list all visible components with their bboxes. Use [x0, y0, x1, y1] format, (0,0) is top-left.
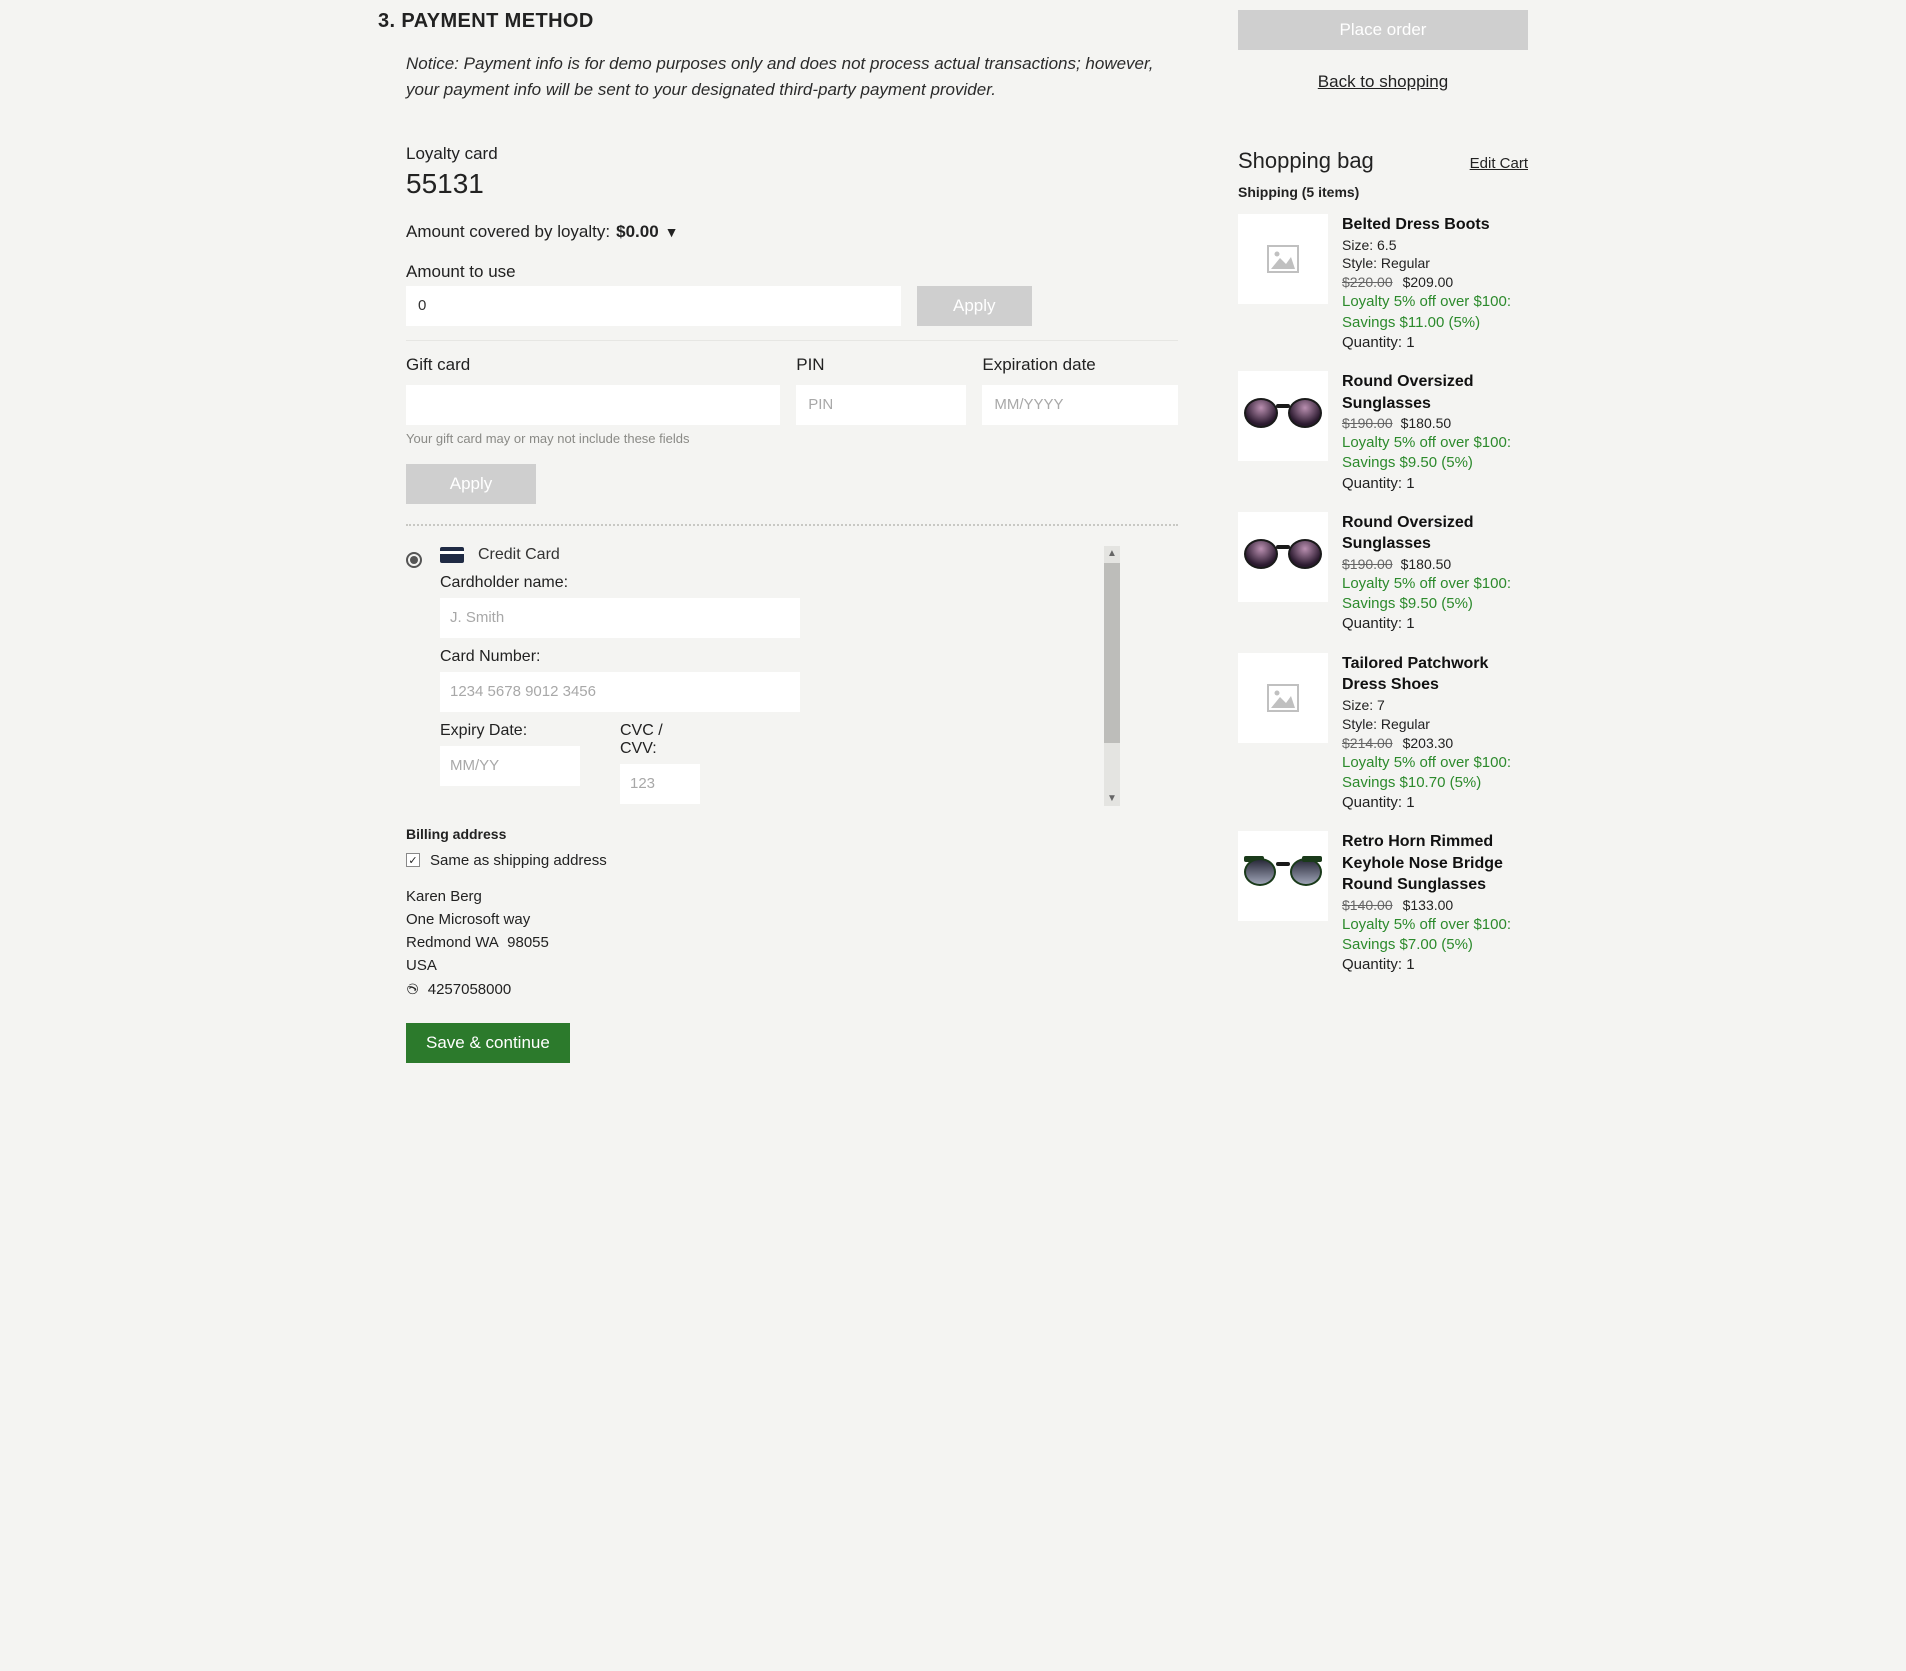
item-price: $180.50 [1401, 555, 1452, 574]
item-meta: Size: 6.5 [1342, 236, 1528, 255]
giftcard-pin-label: PIN [796, 355, 966, 375]
expiry-label: Expiry Date: [440, 722, 580, 740]
credit-card-radio[interactable] [406, 552, 422, 568]
item-thumbnail [1238, 831, 1328, 921]
same-as-shipping-label: Same as shipping address [430, 852, 607, 869]
bag-item: Round Oversized Sunglasses$190.00 $180.50… [1238, 512, 1528, 635]
loyalty-apply-button[interactable]: Apply [917, 286, 1032, 326]
loyalty-covered-amount: $0.00 [616, 222, 659, 242]
chevron-down-icon[interactable]: ▼ [665, 224, 679, 240]
item-quantity: Quantity: 1 [1342, 955, 1528, 975]
sunglasses-icon [1244, 398, 1322, 434]
giftcard-help-text: Your gift card may or may not include th… [406, 431, 1178, 446]
loyalty-number: 55131 [406, 168, 1178, 200]
amount-to-use-label: Amount to use [406, 262, 1178, 282]
scroll-down-icon[interactable]: ▼ [1107, 791, 1117, 806]
loyalty-label: Loyalty card [406, 144, 1178, 164]
item-quantity: Quantity: 1 [1342, 333, 1528, 353]
place-order-button[interactable]: Place order [1238, 10, 1528, 50]
save-continue-button[interactable]: Save & continue [406, 1023, 570, 1063]
billing-country: USA [406, 954, 1178, 977]
item-name: Retro Horn Rimmed Keyhole Nose Bridge Ro… [1342, 831, 1528, 896]
giftcard-pin-input[interactable] [796, 385, 966, 425]
item-name: Round Oversized Sunglasses [1342, 512, 1528, 555]
loyalty-covered-label: Amount covered by loyalty: [406, 222, 610, 242]
billing-name: Karen Berg [406, 885, 1178, 908]
item-price-original: $140.00 [1342, 896, 1393, 915]
bag-item: Retro Horn Rimmed Keyhole Nose Bridge Ro… [1238, 831, 1528, 975]
payment-notice: Notice: Payment info is for demo purpose… [406, 51, 1178, 104]
card-number-input[interactable] [440, 672, 800, 712]
item-savings: Loyalty 5% off over $100: Savings $9.50 … [1342, 433, 1528, 474]
cvc-label: CVC / CVV: [620, 722, 700, 758]
giftcard-exp-input[interactable] [982, 385, 1178, 425]
item-name: Round Oversized Sunglasses [1342, 371, 1528, 414]
item-name: Tailored Patchwork Dress Shoes [1342, 653, 1528, 696]
billing-city: Redmond WA 98055 [406, 931, 1178, 954]
item-thumbnail [1238, 214, 1328, 304]
edit-cart-link[interactable]: Edit Cart [1470, 155, 1528, 172]
item-savings: Loyalty 5% off over $100: Savings $7.00 … [1342, 915, 1528, 956]
card-number-label: Card Number: [440, 648, 800, 666]
loyalty-covered-row[interactable]: Amount covered by loyalty: $0.00 ▼ [406, 222, 1178, 242]
image-placeholder-icon [1267, 245, 1299, 273]
billing-title: Billing address [406, 826, 1178, 842]
expiry-input[interactable] [440, 746, 580, 786]
item-price: $133.00 [1403, 896, 1454, 915]
item-thumbnail [1238, 512, 1328, 602]
item-price-original: $190.00 [1342, 414, 1393, 433]
item-thumbnail [1238, 653, 1328, 743]
bag-item: Belted Dress BootsSize: 6.5Style: Regula… [1238, 214, 1528, 353]
item-price-original: $220.00 [1342, 273, 1393, 292]
item-savings: Loyalty 5% off over $100: Savings $11.00… [1342, 292, 1528, 333]
item-meta: Size: 7 [1342, 696, 1528, 715]
item-price: $180.50 [1401, 414, 1452, 433]
sunglasses-icon [1244, 858, 1322, 894]
cardholder-label: Cardholder name: [440, 574, 800, 592]
giftcard-apply-button[interactable]: Apply [406, 464, 536, 504]
phone-icon: ✆ [401, 983, 423, 995]
item-quantity: Quantity: 1 [1342, 474, 1528, 494]
item-quantity: Quantity: 1 [1342, 614, 1528, 634]
credit-card-option-label: Credit Card [478, 546, 560, 564]
giftcard-label: Gift card [406, 355, 780, 375]
item-price-original: $190.00 [1342, 555, 1393, 574]
giftcard-exp-label: Expiration date [982, 355, 1178, 375]
billing-street: One Microsoft way [406, 908, 1178, 931]
loyalty-amount-input[interactable] [406, 286, 901, 326]
scroll-thumb[interactable] [1104, 563, 1120, 743]
cvc-input[interactable] [620, 764, 700, 804]
item-price-original: $214.00 [1342, 734, 1393, 753]
scroll-up-icon[interactable]: ▲ [1107, 546, 1117, 561]
divider [406, 340, 1178, 341]
item-meta: Style: Regular [1342, 254, 1528, 273]
billing-address: Karen Berg One Microsoft way Redmond WA … [406, 885, 1178, 1001]
item-savings: Loyalty 5% off over $100: Savings $10.70… [1342, 753, 1528, 794]
bag-item: Tailored Patchwork Dress ShoesSize: 7Sty… [1238, 653, 1528, 814]
same-as-shipping-checkbox[interactable]: ✓ [406, 853, 420, 867]
item-list: Belted Dress BootsSize: 6.5Style: Regula… [1238, 214, 1528, 976]
item-meta: Style: Regular [1342, 715, 1528, 734]
item-name: Belted Dress Boots [1342, 214, 1528, 236]
item-quantity: Quantity: 1 [1342, 793, 1528, 813]
item-price: $203.30 [1403, 734, 1454, 753]
shopping-bag-title: Shopping bag [1238, 148, 1374, 174]
item-savings: Loyalty 5% off over $100: Savings $9.50 … [1342, 574, 1528, 615]
back-to-shopping-link[interactable]: Back to shopping [1238, 72, 1528, 92]
credit-card-icon [440, 547, 464, 563]
sunglasses-icon [1244, 539, 1322, 575]
giftcard-input[interactable] [406, 385, 780, 425]
section-title: 3. PAYMENT METHOD [378, 10, 1178, 33]
divider-dotted [406, 524, 1178, 526]
cardholder-input[interactable] [440, 598, 800, 638]
image-placeholder-icon [1267, 684, 1299, 712]
item-thumbnail [1238, 371, 1328, 461]
billing-phone: 4257058000 [428, 978, 511, 1001]
bag-item: Round Oversized Sunglasses$190.00 $180.50… [1238, 371, 1528, 494]
credit-card-scrollbar[interactable]: ▲ ▼ [1104, 546, 1120, 806]
item-price: $209.00 [1403, 273, 1454, 292]
shipping-items-label: Shipping (5 items) [1238, 184, 1528, 200]
